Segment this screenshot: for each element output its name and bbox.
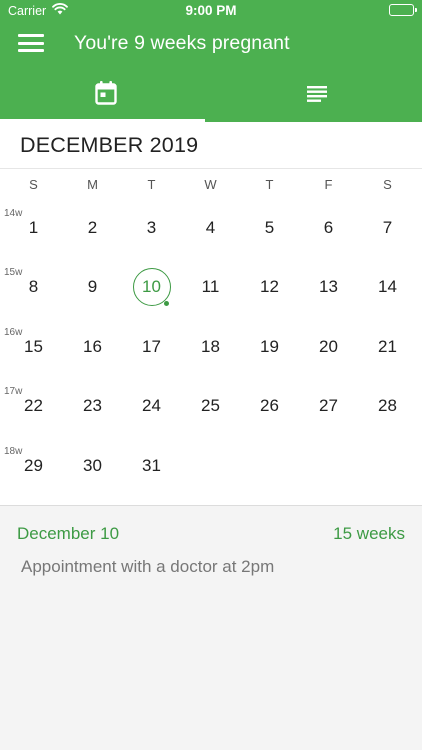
- selected-weeks: 15 weeks: [333, 524, 405, 543]
- weekday-header: M: [87, 177, 98, 192]
- event-note[interactable]: Appointment with a doctor at 2pm: [21, 557, 274, 577]
- calendar-day[interactable]: 30: [63, 448, 122, 484]
- list-icon: [305, 80, 329, 111]
- tab-calendar[interactable]: [0, 74, 211, 122]
- calendar-day[interactable]: 31: [122, 448, 181, 484]
- weekday-header: T: [265, 177, 274, 192]
- calendar-day-selected[interactable]: 10: [122, 268, 181, 307]
- calendar-day[interactable]: 26: [240, 388, 299, 424]
- calendar-day[interactable]: 14: [358, 269, 417, 305]
- calendar-day[interactable]: 24: [122, 388, 181, 424]
- calendar-day[interactable]: 29: [4, 448, 63, 484]
- calendar-day[interactable]: 3: [122, 210, 181, 246]
- calendar-day[interactable]: 25: [181, 388, 240, 424]
- calendar-day[interactable]: 19: [240, 329, 299, 365]
- calendar-day[interactable]: 17: [122, 329, 181, 365]
- calendar-day[interactable]: 7: [358, 210, 417, 246]
- calendar-day[interactable]: 18: [181, 329, 240, 365]
- clock-time: 9:00 PM: [185, 3, 237, 18]
- status-bar: Carrier 9:00 PM: [0, 0, 422, 22]
- calendar-day[interactable]: 4: [181, 210, 240, 246]
- calendar-icon: [94, 80, 118, 111]
- weekday-header: S: [29, 177, 38, 192]
- calendar-day[interactable]: 9: [63, 269, 122, 305]
- calendar-day[interactable]: 16: [63, 329, 122, 365]
- calendar-day[interactable]: 15: [4, 329, 63, 365]
- weekday-header: F: [324, 177, 333, 192]
- calendar-day[interactable]: 12: [240, 269, 299, 305]
- app-header: Carrier 9:00 PM You're 9 weeks pregnant: [0, 0, 422, 122]
- selected-date: December 10: [17, 524, 120, 543]
- page-title: You're 9 weeks pregnant: [74, 32, 290, 54]
- divider: [0, 168, 422, 169]
- day-number: 10: [142, 277, 161, 297]
- event-dot: [164, 301, 169, 307]
- calendar-day[interactable]: 21: [358, 329, 417, 365]
- month-label: DECEMBER 2019: [20, 133, 199, 157]
- weekday-header: S: [383, 177, 392, 192]
- calendar-day[interactable]: 22: [4, 388, 63, 424]
- tab-list[interactable]: [211, 74, 422, 122]
- calendar-day[interactable]: 27: [299, 388, 358, 424]
- calendar-day[interactable]: 11: [181, 269, 240, 305]
- calendar-panel: DECEMBER 2019 S M T W T F S 14w 1 2 3 4 5 6 7 15w 8 9 10 11…: [0, 122, 422, 506]
- calendar-day[interactable]: 2: [63, 210, 122, 246]
- calendar-day[interactable]: 6: [299, 210, 358, 246]
- battery-icon: [389, 4, 417, 16]
- calendar-day[interactable]: 5: [240, 210, 299, 246]
- calendar-day[interactable]: 28: [358, 388, 417, 424]
- weekday-header: T: [147, 177, 156, 192]
- calendar-day[interactable]: 20: [299, 329, 358, 365]
- calendar-day[interactable]: 1: [4, 210, 63, 246]
- calendar-day[interactable]: 23: [63, 388, 122, 424]
- weekday-header: W: [204, 177, 217, 192]
- calendar-day[interactable]: 8: [4, 269, 63, 305]
- menu-icon[interactable]: [18, 33, 44, 53]
- calendar-day[interactable]: 13: [299, 269, 358, 305]
